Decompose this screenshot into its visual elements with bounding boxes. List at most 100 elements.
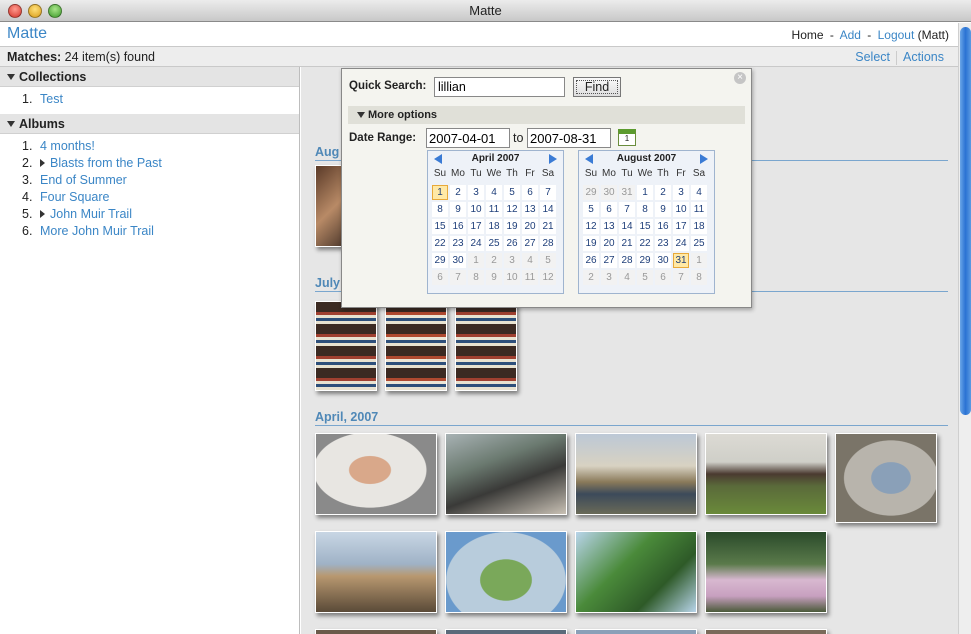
photo-thumbnail[interactable]	[575, 433, 697, 515]
calendar-day[interactable]: 7	[619, 202, 635, 217]
more-options-toggle[interactable]: More options	[348, 106, 745, 124]
calendar-day[interactable]: 23	[655, 236, 671, 251]
collection-link[interactable]: Test	[40, 92, 63, 106]
calendar-day[interactable]: 19	[504, 219, 520, 234]
calendar-day[interactable]: 8	[468, 270, 484, 285]
calendar-day[interactable]: 10	[504, 270, 520, 285]
calendar-day[interactable]: 27	[522, 236, 538, 251]
calendar-day[interactable]: 7	[540, 185, 556, 200]
next-month-icon[interactable]	[700, 154, 708, 164]
album-link[interactable]: More John Muir Trail	[40, 224, 154, 238]
calendar-day[interactable]: 31	[673, 253, 689, 268]
app-title[interactable]: Matte	[7, 25, 47, 43]
calendar-day[interactable]: 9	[486, 270, 502, 285]
disclosure-right-icon[interactable]	[40, 210, 45, 218]
calendar-day[interactable]: 2	[583, 270, 599, 285]
logout-link[interactable]: Logout	[878, 28, 915, 42]
calendar-day[interactable]: 17	[673, 219, 689, 234]
calendar-day[interactable]: 29	[637, 253, 653, 268]
vertical-scrollbar[interactable]	[958, 23, 971, 634]
home-link[interactable]: Home	[792, 28, 824, 42]
calendar-day[interactable]: 23	[450, 236, 466, 251]
album-link[interactable]: Blasts from the Past	[50, 156, 162, 170]
calendar-day[interactable]: 9	[450, 202, 466, 217]
calendar-day[interactable]: 5	[583, 202, 599, 217]
calendar-day[interactable]: 24	[468, 236, 484, 251]
calendar-day[interactable]: 2	[486, 253, 502, 268]
calendar-day[interactable]: 18	[691, 219, 707, 234]
date-from-field[interactable]	[426, 128, 510, 148]
calendar-day[interactable]: 5	[540, 253, 556, 268]
photo-thumbnail[interactable]	[575, 531, 697, 613]
collections-header[interactable]: Collections	[0, 67, 299, 87]
photo-thumbnail[interactable]	[385, 301, 447, 391]
calendar-day[interactable]: 6	[601, 202, 617, 217]
calendar-day[interactable]: 13	[601, 219, 617, 234]
calendar-day[interactable]: 1	[468, 253, 484, 268]
calendar-day[interactable]: 20	[522, 219, 538, 234]
photo-thumbnail[interactable]	[705, 629, 827, 634]
photo-thumbnail[interactable]	[315, 301, 377, 391]
album-link[interactable]: Four Square	[40, 190, 109, 204]
calendar-day[interactable]: 3	[468, 185, 484, 200]
calendar-day[interactable]: 17	[468, 219, 484, 234]
calendar-day[interactable]: 15	[432, 219, 448, 234]
photo-thumbnail[interactable]	[315, 629, 437, 634]
date-to-field[interactable]	[527, 128, 611, 148]
calendar-day[interactable]: 1	[637, 185, 653, 200]
calendar-day[interactable]: 6	[432, 270, 448, 285]
calendar-day[interactable]: 25	[486, 236, 502, 251]
scrollbar-thumb[interactable]	[960, 27, 971, 415]
calendar-icon[interactable]: 1	[618, 129, 636, 146]
calendar-day[interactable]: 10	[673, 202, 689, 217]
select-link[interactable]: Select	[855, 50, 890, 64]
calendar-day[interactable]: 29	[583, 185, 599, 200]
calendar-day[interactable]: 10	[468, 202, 484, 217]
calendar-day[interactable]: 4	[522, 253, 538, 268]
calendar-day[interactable]: 14	[619, 219, 635, 234]
calendar-day[interactable]: 29	[432, 253, 448, 268]
calendar-day[interactable]: 12	[583, 219, 599, 234]
photo-thumbnail[interactable]	[445, 433, 567, 515]
calendar-day[interactable]: 8	[691, 270, 707, 285]
next-month-icon[interactable]	[549, 154, 557, 164]
calendar-day[interactable]: 11	[486, 202, 502, 217]
calendar-day[interactable]: 5	[637, 270, 653, 285]
photo-thumbnail[interactable]	[455, 301, 517, 391]
calendar-day[interactable]: 13	[522, 202, 538, 217]
photo-thumbnail[interactable]	[445, 629, 567, 634]
add-link[interactable]: Add	[840, 28, 861, 42]
album-link[interactable]: End of Summer	[40, 173, 127, 187]
actions-link[interactable]: Actions	[903, 50, 944, 64]
photo-thumbnail[interactable]	[315, 433, 437, 515]
calendar-day[interactable]: 26	[583, 253, 599, 268]
calendar-day[interactable]: 30	[655, 253, 671, 268]
photo-thumbnail[interactable]	[575, 629, 697, 634]
close-icon[interactable]: ×	[734, 72, 746, 84]
calendar-day[interactable]: 30	[601, 185, 617, 200]
calendar-day[interactable]: 11	[522, 270, 538, 285]
calendar-day[interactable]: 30	[450, 253, 466, 268]
calendar-day[interactable]: 6	[655, 270, 671, 285]
prev-month-icon[interactable]	[434, 154, 442, 164]
calendar-day[interactable]: 14	[540, 202, 556, 217]
album-link[interactable]: 4 months!	[40, 139, 95, 153]
calendar-day[interactable]: 1	[691, 253, 707, 268]
calendar-day[interactable]: 6	[522, 185, 538, 200]
calendar-day[interactable]: 4	[691, 185, 707, 200]
calendar-day[interactable]: 24	[673, 236, 689, 251]
calendar-day[interactable]: 3	[673, 185, 689, 200]
quick-search-input[interactable]	[434, 77, 565, 97]
photo-thumbnail[interactable]	[835, 433, 937, 523]
calendar-day[interactable]: 2	[655, 185, 671, 200]
calendar-day[interactable]: 2	[450, 185, 466, 200]
calendar-day[interactable]: 8	[637, 202, 653, 217]
calendar-day[interactable]: 28	[540, 236, 556, 251]
calendar-day[interactable]: 1	[432, 185, 448, 200]
calendar-day[interactable]: 12	[504, 202, 520, 217]
calendar-day[interactable]: 3	[601, 270, 617, 285]
calendar-day[interactable]: 7	[673, 270, 689, 285]
album-link[interactable]: John Muir Trail	[50, 207, 132, 221]
calendar-day[interactable]: 26	[504, 236, 520, 251]
calendar-day[interactable]: 9	[655, 202, 671, 217]
